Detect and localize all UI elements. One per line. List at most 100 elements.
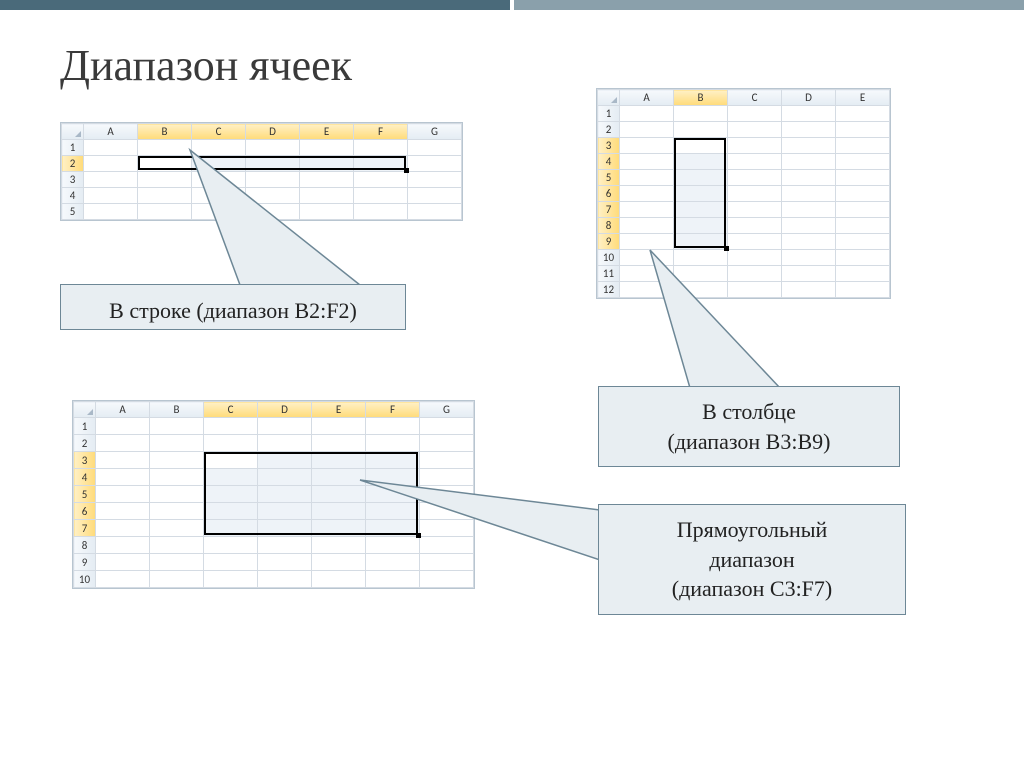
cell-B6: [674, 186, 728, 202]
cell-B3: [150, 452, 204, 469]
cell-C1: [192, 140, 246, 156]
cell-D7: [258, 520, 312, 537]
cell-B1: [674, 106, 728, 122]
cell-D4: [246, 188, 300, 204]
cell-E7: [836, 202, 890, 218]
cell-D5: [246, 204, 300, 220]
cell-G1: [420, 418, 474, 435]
row-header-4: 4: [74, 469, 96, 486]
callout-row-range: В строке (диапазон B2:F2): [60, 284, 406, 330]
cell-D4: [782, 154, 836, 170]
cell-D10: [782, 250, 836, 266]
cell-E1: [836, 106, 890, 122]
row-header-5: 5: [598, 170, 620, 186]
cell-D9: [782, 234, 836, 250]
cell-B2: [138, 156, 192, 172]
cell-B11: [674, 266, 728, 282]
cell-E6: [312, 503, 366, 520]
col-header-C: C: [728, 90, 782, 106]
callout-text-line2: диапазон: [709, 547, 794, 572]
cell-A4: [620, 154, 674, 170]
cell-E4: [312, 469, 366, 486]
cell-E5: [300, 204, 354, 220]
cell-E3: [312, 452, 366, 469]
cell-E9: [312, 554, 366, 571]
cell-A7: [96, 520, 150, 537]
row-header-1: 1: [74, 418, 96, 435]
cell-D5: [258, 486, 312, 503]
cell-C1: [728, 106, 782, 122]
cell-C10: [728, 250, 782, 266]
callout-column-range: В столбце (диапазон B3:B9): [598, 386, 900, 467]
cell-E4: [836, 154, 890, 170]
cell-C5: [728, 170, 782, 186]
cell-G6: [420, 503, 474, 520]
col-header-F: F: [354, 124, 408, 140]
cell-G5: [420, 486, 474, 503]
cell-A1: [620, 106, 674, 122]
cell-D10: [258, 571, 312, 588]
cell-A9: [620, 234, 674, 250]
cell-C3: [192, 172, 246, 188]
cell-G2: [420, 435, 474, 452]
cell-F2: [366, 435, 420, 452]
cell-E7: [312, 520, 366, 537]
row-header-5: 5: [62, 204, 84, 220]
cell-C9: [204, 554, 258, 571]
cell-G9: [420, 554, 474, 571]
cell-D3: [246, 172, 300, 188]
cell-A10: [96, 571, 150, 588]
cell-A9: [96, 554, 150, 571]
cell-E11: [836, 266, 890, 282]
cell-F4: [366, 469, 420, 486]
col-header-B: B: [138, 124, 192, 140]
row-header-1: 1: [598, 106, 620, 122]
cell-B5: [150, 486, 204, 503]
col-header-A: A: [84, 124, 138, 140]
cell-E2: [836, 122, 890, 138]
cell-B6: [150, 503, 204, 520]
cell-F4: [354, 188, 408, 204]
cell-E8: [836, 218, 890, 234]
cell-A3: [84, 172, 138, 188]
cell-A2: [620, 122, 674, 138]
cell-F3: [366, 452, 420, 469]
excel-column-range: ABCDE123456789101112: [596, 88, 891, 299]
callout-text: В строке (диапазон B2:F2): [109, 298, 357, 323]
cell-F5: [366, 486, 420, 503]
cell-G1: [408, 140, 462, 156]
cell-D5: [782, 170, 836, 186]
cell-C7: [728, 202, 782, 218]
cell-A6: [620, 186, 674, 202]
cell-C5: [204, 486, 258, 503]
cell-F5: [354, 204, 408, 220]
page-title: Диапазон ячеек: [60, 40, 984, 91]
row-header-7: 7: [74, 520, 96, 537]
cell-A7: [620, 202, 674, 218]
col-header-A: A: [96, 402, 150, 418]
cell-C7: [204, 520, 258, 537]
cell-B8: [150, 537, 204, 554]
callout-text-line1: Прямоугольный: [677, 517, 828, 542]
cell-E10: [836, 250, 890, 266]
col-header-E: E: [312, 402, 366, 418]
row-header-8: 8: [74, 537, 96, 554]
row-header-8: 8: [598, 218, 620, 234]
cell-B10: [150, 571, 204, 588]
cell-G8: [420, 537, 474, 554]
cell-B4: [674, 154, 728, 170]
cell-B5: [674, 170, 728, 186]
cell-F7: [366, 520, 420, 537]
cell-C11: [728, 266, 782, 282]
cell-C6: [204, 503, 258, 520]
cell-B3: [138, 172, 192, 188]
cell-D8: [782, 218, 836, 234]
cell-A3: [620, 138, 674, 154]
row-header-1: 1: [62, 140, 84, 156]
row-header-4: 4: [598, 154, 620, 170]
col-header-B: B: [674, 90, 728, 106]
cell-C2: [204, 435, 258, 452]
cell-D9: [258, 554, 312, 571]
cell-F10: [366, 571, 420, 588]
cell-E1: [312, 418, 366, 435]
